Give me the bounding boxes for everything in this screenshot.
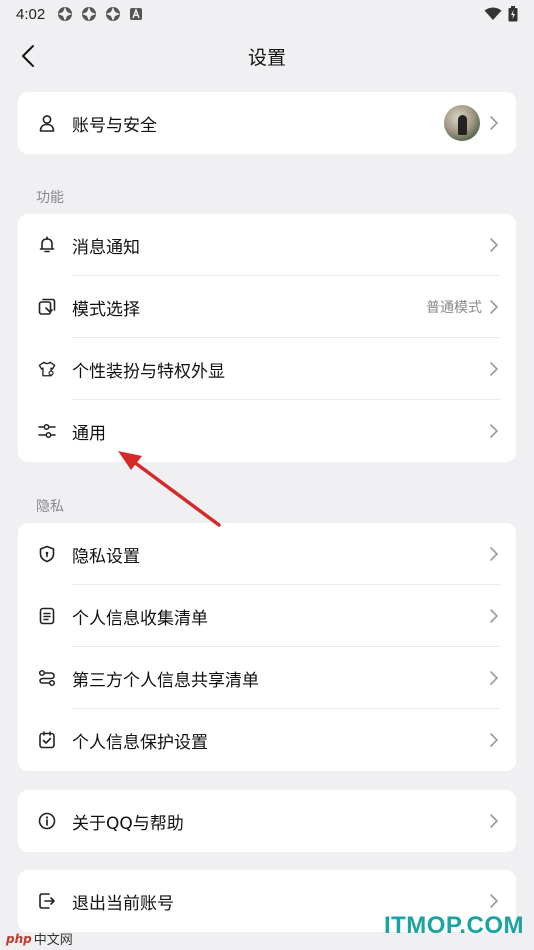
status-bar: 4:02 — [0, 0, 534, 28]
account-card: 账号与安全 — [18, 92, 516, 154]
check-box-icon — [38, 731, 56, 749]
mode-icon — [38, 298, 56, 316]
watermark-itmop: ITMOP.COM — [383, 912, 524, 939]
privacy-card: 隐私设置 个人信息收集清单 第三方个人信息共享清单 个人信息保护设置 — [18, 523, 516, 771]
title-bar: 设置 — [0, 28, 534, 84]
general-row[interactable]: 通用 — [18, 400, 516, 462]
general-label: 通用 — [72, 423, 106, 444]
privacy-settings-label: 隐私设置 — [72, 546, 140, 567]
a-badge-icon — [130, 7, 143, 20]
document-icon — [38, 607, 56, 625]
chevron-right-icon — [488, 608, 500, 624]
mode-selection-value: 普通模式 — [426, 300, 482, 316]
personalization-label: 个性装扮与特权外显 — [72, 361, 225, 382]
watermark-php-text: 中文网 — [33, 933, 73, 948]
page-title: 设置 — [247, 46, 286, 69]
account-security-label: 账号与安全 — [72, 115, 157, 136]
message-notification-row[interactable]: 消息通知 — [18, 214, 516, 276]
mode-selection-label: 模式选择 — [72, 299, 140, 320]
shield-icon — [38, 545, 56, 563]
app-notification-icon — [82, 7, 97, 21]
info-protection-row[interactable]: 个人信息保护设置 — [18, 709, 516, 771]
avatar — [444, 105, 480, 141]
back-arrow-icon — [22, 45, 34, 67]
features-card: 消息通知 模式选择 普通模式 个性装扮与特权外显 通用 — [18, 214, 516, 462]
chevron-right-icon — [488, 423, 500, 439]
app-notification-icon — [58, 7, 73, 21]
chevron-right-icon — [488, 237, 500, 253]
app-notification-icon — [106, 7, 121, 21]
wifi-icon — [484, 7, 502, 20]
watermark-php-logo: php — [6, 931, 32, 946]
person-icon — [38, 114, 56, 132]
info-collection-label: 个人信息收集清单 — [72, 608, 208, 629]
message-notification-label: 消息通知 — [72, 237, 140, 258]
third-party-sharing-row[interactable]: 第三方个人信息共享清单 — [18, 647, 516, 709]
status-icons — [57, 6, 143, 22]
chevron-right-icon — [488, 732, 500, 748]
shirt-icon — [38, 360, 56, 378]
mode-selection-row[interactable]: 模式选择 普通模式 — [18, 276, 516, 338]
logout-label: 退出当前账号 — [72, 893, 174, 914]
chevron-right-icon — [488, 893, 500, 909]
logout-icon — [38, 892, 56, 910]
info-collection-row[interactable]: 个人信息收集清单 — [18, 585, 516, 647]
personalization-row[interactable]: 个性装扮与特权外显 — [18, 338, 516, 400]
sliders-icon — [38, 422, 56, 440]
privacy-settings-row[interactable]: 隐私设置 — [18, 523, 516, 585]
chevron-right-icon — [488, 546, 500, 562]
chevron-right-icon — [488, 813, 500, 829]
features-section-label: 功能 — [36, 190, 64, 206]
about-help-label: 关于QQ与帮助 — [72, 813, 184, 834]
bell-icon — [38, 236, 56, 254]
about-card: 关于QQ与帮助 — [18, 790, 516, 852]
privacy-section-label: 隐私 — [36, 499, 64, 515]
chevron-right-icon — [488, 670, 500, 686]
info-protection-label: 个人信息保护设置 — [72, 732, 208, 753]
account-security-row[interactable]: 账号与安全 — [18, 92, 516, 154]
about-help-row[interactable]: 关于QQ与帮助 — [18, 790, 516, 852]
battery-icon — [508, 6, 518, 22]
chevron-right-icon — [488, 115, 500, 131]
share-icon — [38, 669, 56, 687]
chevron-right-icon — [488, 299, 500, 315]
third-party-sharing-label: 第三方个人信息共享清单 — [72, 670, 259, 691]
status-time: 4:02 — [16, 5, 46, 23]
watermark-php: php 中文网 — [6, 929, 73, 949]
info-icon — [38, 812, 56, 830]
chevron-right-icon — [488, 361, 500, 377]
status-right — [484, 6, 518, 22]
back-button[interactable] — [14, 42, 42, 70]
